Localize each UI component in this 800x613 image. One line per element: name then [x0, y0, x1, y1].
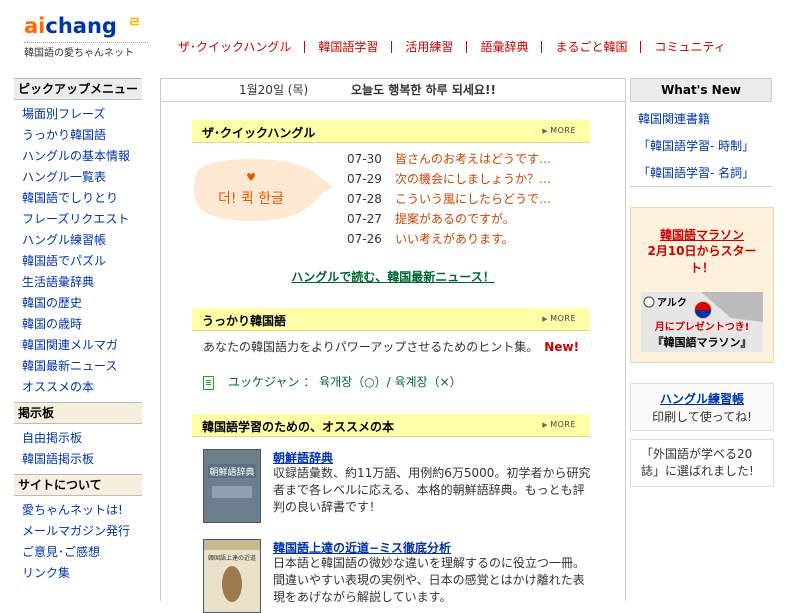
main-content: 1월20일 (목) 오늘도 행복한 하루 되세요!! ザ･クイックハングル ▶ M… — [160, 78, 626, 613]
sidebar-item-hangul-practice[interactable]: ハングル練習帳 — [22, 230, 142, 251]
new-badge: New! — [544, 340, 580, 354]
book-cover-image[interactable]: 朝鮮語辞典 — [203, 449, 261, 523]
marathon-subtitle: 2月10日からスタート！ — [647, 244, 757, 275]
award-text: 「外国語が学べる20誌」に選ばれました! — [641, 447, 754, 478]
pickup-menu-header: ピックアップメニュー — [14, 78, 142, 100]
triangle-icon: ▶ — [542, 421, 549, 429]
triangle-icon: ▶ — [542, 315, 549, 323]
bubble-text: 더! 퀵 한글 — [218, 191, 284, 207]
more-button[interactable]: ▶ MORE — [542, 314, 576, 323]
whats-new-header: What's New — [630, 78, 772, 102]
nav-conjugation-practice[interactable]: 活用練習 — [391, 41, 466, 53]
more-button[interactable]: ▶ MORE — [542, 126, 576, 135]
book-description: 日本語と韓国語の微妙な違いを理解するのに役立つ一冊。間違いやすい表現の実例や、日… — [273, 556, 586, 604]
triangle-icon: ▶ — [542, 127, 549, 135]
award-box: 「外国語が学べる20誌」に選ばれました! — [630, 439, 774, 487]
speech-bubble-illustration: ♥ 더! 퀵 한글 — [194, 159, 333, 221]
list-item[interactable]: 07-27 提案があるのですが。 — [347, 209, 607, 229]
svg-text:韓国語上達の近道: 韓国語上達の近道 — [208, 554, 256, 562]
sidebar-item-phrases[interactable]: 場面別フレーズ — [22, 104, 142, 125]
hangul-practice-box: ハングル練習帳 印刷して使ってね! — [630, 383, 774, 431]
quick-phrase-list: 07-30 皆さんのお考えはどうです… 07-29 次の機会にしましょうか？… 07… — [347, 149, 607, 249]
about-header: サイトについて — [14, 474, 142, 496]
sidebar-item-books[interactable]: オススメの本 — [22, 377, 142, 398]
svg-text:『韓国語マラソン』: 『韓国語マラソン』 — [653, 335, 752, 349]
greeting-text: 오늘도 행복한 하루 되세요!! — [351, 83, 496, 97]
sidebar-item-ukkari[interactable]: うっかり韓国語 — [22, 125, 142, 146]
nav-vocabulary-dictionary[interactable]: 語彙辞典 — [466, 41, 541, 53]
board-header: 掲示板 — [14, 402, 142, 424]
sidebar-item-shiritori[interactable]: 韓国語でしりとり — [22, 188, 142, 209]
svg-text:アルク: アルク — [657, 297, 687, 309]
books-header: 韓国語学習のための、オススメの本 ▶ MORE — [192, 414, 590, 437]
sidebar-item-history[interactable]: 韓国の歴史 — [22, 293, 142, 314]
ukkari-hint-text: あなたの韓国語力をよりパワーアップさせるためのヒント集。 New! — [203, 340, 580, 354]
board-list: 自由掲示板 韓国語掲示板 — [14, 424, 142, 474]
nav-korean-study[interactable]: 韓国語学習 — [304, 41, 391, 53]
sidebar-item-about[interactable]: 愛ちゃんネットは! — [22, 500, 142, 521]
current-date: 1월20일 (목) — [239, 83, 309, 97]
list-item[interactable]: 07-28 こういう風にしたらどうで… — [347, 189, 607, 209]
divider — [630, 186, 772, 187]
whats-new-list: 韓国関連書籍 「韓国語学習- 時制」 「韓国語学習- 名詞」 — [638, 108, 754, 189]
book-title-link[interactable]: 朝鮮語辞典 — [273, 449, 333, 466]
svg-text:朝鮮語辞典: 朝鮮語辞典 — [209, 466, 254, 478]
sidebar-item-life-dictionary[interactable]: 生活語彙辞典 — [22, 272, 142, 293]
whats-new-item[interactable]: 「韓国語学習- 時制」 — [638, 135, 754, 162]
marathon-title-link[interactable]: 韓国語マラソン — [631, 226, 773, 243]
logo-subtitle: 韓国語の愛ちゃんネット — [24, 48, 134, 59]
sidebar-item-hangul-table[interactable]: ハングル一覧表 — [22, 167, 142, 188]
top-nav: ザ･クイックハングル 韓国語学習 活用練習 語彙辞典 まるごと韓国 コミュニティ — [170, 38, 739, 56]
nav-community[interactable]: コミュニティ — [640, 41, 738, 53]
quick-hangul-header: ザ･クイックハングル ▶ MORE — [192, 120, 590, 143]
nav-all-korea[interactable]: まるごと韓国 — [541, 41, 640, 53]
korea-news-link[interactable]: ハングルで読む、韓国最新ニュース！ — [161, 268, 625, 285]
book-cover-image[interactable]: 韓国語上達の近道 — [203, 539, 261, 613]
marathon-banner[interactable]: アルク 月にプレゼントつき! 『韓国語マラソン』 — [641, 292, 763, 352]
pickup-menu-list: 場面別フレーズ うっかり韓国語 ハングルの基本情報 ハングル一覧表 韓国語でしり… — [14, 100, 142, 402]
whats-new-item[interactable]: 「韓国語学習- 名詞」 — [638, 162, 754, 189]
section-title: うっかり韓国語 — [202, 314, 287, 328]
book-description: 収録語彙数、約11万語、用例約6万5000。初学者から研究者まで各レベルに応える… — [273, 466, 591, 514]
ukkari-header: うっかり韓国語 ▶ MORE — [192, 308, 590, 331]
sidebar-item-hangul-basics[interactable]: ハングルの基本情報 — [22, 146, 142, 167]
ukkari-vocab-item[interactable]: ユッケジャン ： 육개장（○）/ 육계장（×） — [203, 373, 462, 390]
sidebar-item-mailmag[interactable]: 韓国関連メルマガ — [22, 335, 142, 356]
sidebar-item-seasons[interactable]: 韓国の歳時 — [22, 314, 142, 335]
marathon-promo: 韓国語マラソン 2月10日からスタート！ アルク 月にプレゼントつき! 『韓国語… — [630, 207, 774, 363]
list-item[interactable]: 07-26 いい考えがあります。 — [347, 229, 607, 249]
book-title-link[interactable]: 韓国語上達の近道−ミス徹底分析 — [273, 539, 451, 556]
document-icon — [203, 375, 214, 390]
more-button[interactable]: ▶ MORE — [542, 420, 576, 429]
svg-text:月にプレゼントつき!: 月にプレゼントつき! — [654, 320, 750, 333]
sidebar-item-puzzle[interactable]: 韓国語でパズル — [22, 251, 142, 272]
hangul-practice-text: 印刷して使ってね! — [652, 410, 752, 424]
sidebar-item-news[interactable]: 韓国最新ニュース — [22, 356, 142, 377]
about-list: 愛ちゃんネットは! メールマガジン発行 ご意見･ご感想 リンク集 — [14, 496, 142, 588]
section-title: ザ･クイックハングル — [202, 126, 316, 140]
whats-new-item[interactable]: 韓国関連書籍 — [638, 108, 754, 135]
list-item[interactable]: 07-29 次の機会にしましょうか？… — [347, 169, 607, 189]
logo-wordmark: aichang — [24, 14, 117, 38]
date-greeting-bar: 1월20일 (목) 오늘도 행복한 하루 되세요!! — [161, 79, 625, 102]
left-sidebar: ピックアップメニュー 場面別フレーズ うっかり韓国語 ハングルの基本情報 ハング… — [14, 78, 142, 588]
sidebar-item-free-board[interactable]: 自由掲示板 — [22, 428, 142, 449]
svg-text:♥: ♥ — [246, 171, 256, 184]
list-item[interactable]: 07-30 皆さんのお考えはどうです… — [347, 149, 607, 169]
site-header: aichang ㄹ 韓国語の愛ちゃんネット ザ･クイックハングル 韓国語学習 活… — [0, 0, 800, 76]
sidebar-item-feedback[interactable]: ご意見･ご感想 — [22, 542, 142, 563]
site-logo[interactable]: aichang ㄹ 韓国語の愛ちゃんネット — [24, 14, 148, 59]
nav-quick-hangul[interactable]: ザ･クイックハングル — [170, 41, 304, 53]
hangul-practice-link[interactable]: ハングル練習帳 — [631, 390, 773, 407]
logo-accent-icon: ㄹ — [128, 15, 141, 31]
section-title: 韓国語学習のための、オススメの本 — [202, 420, 395, 434]
sidebar-item-phrase-request[interactable]: フレーズリクエスト — [22, 209, 142, 230]
sidebar-item-links[interactable]: リンク集 — [22, 563, 142, 584]
sidebar-item-korean-board[interactable]: 韓国語掲示板 — [22, 449, 142, 470]
sidebar-item-newsletter[interactable]: メールマガジン発行 — [22, 521, 142, 542]
